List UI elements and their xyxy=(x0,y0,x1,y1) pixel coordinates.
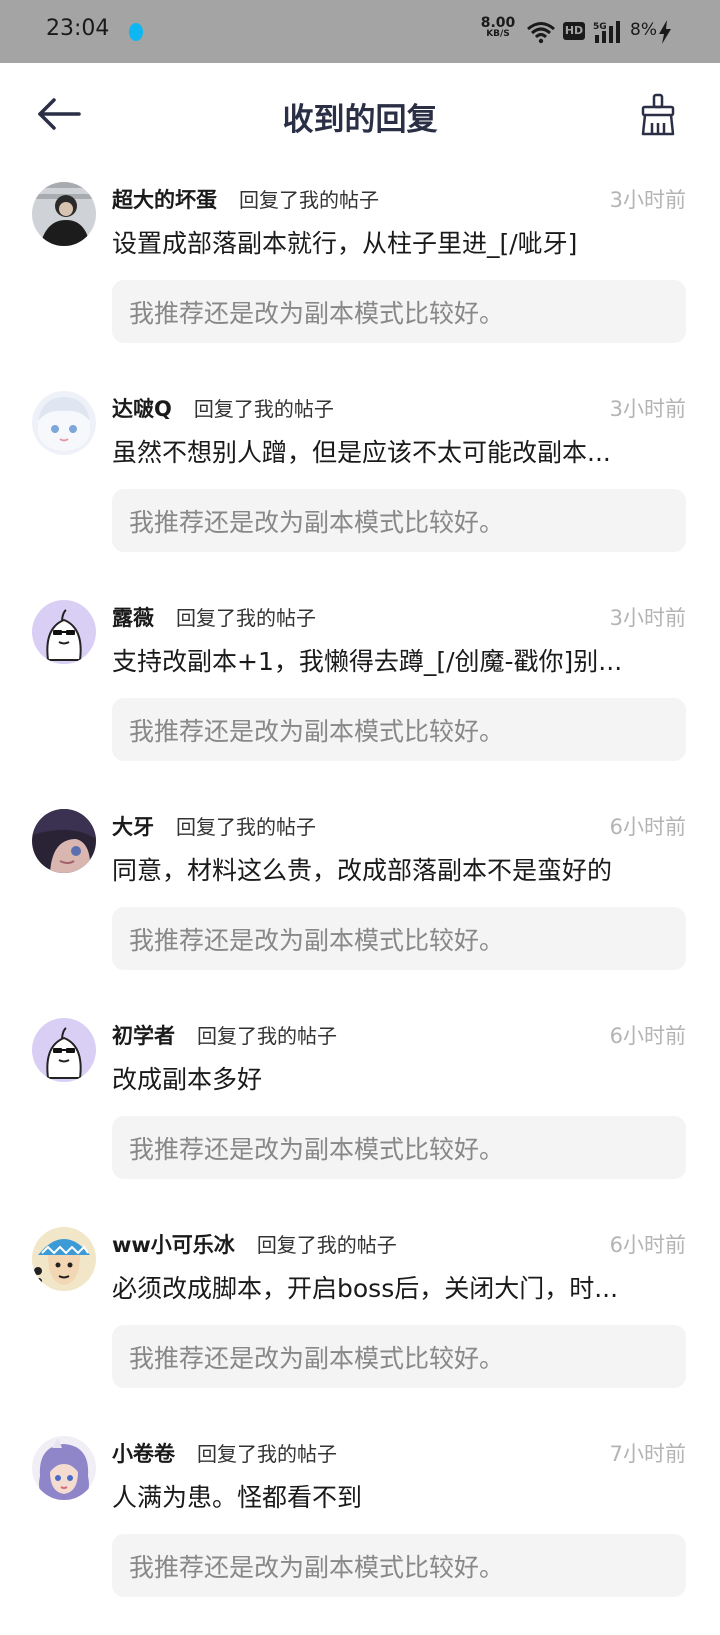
status-time: 23:04 xyxy=(46,16,110,41)
reply-content[interactable]: 虽然不想别人蹭，但是应该不太可能改副本... xyxy=(112,433,682,469)
svg-text:5G: 5G xyxy=(593,22,607,32)
reply-item[interactable]: 大牙 回复了我的帖子 6小时前 同意，材料这么贵，改成部落副本不是蛮好的 我推荐还… xyxy=(0,799,720,1008)
reply-content[interactable]: 设置成部落副本就行，从柱子里进_[/呲牙] xyxy=(112,224,682,260)
avatar[interactable] xyxy=(32,600,96,664)
reply-action: 回复了我的帖子 xyxy=(197,1024,337,1048)
reply-action: 回复了我的帖子 xyxy=(197,1442,337,1466)
reply-item[interactable]: ww小可乐冰 回复了我的帖子 6小时前 必须改成脚本，开启boss后，关闭大门，时… xyxy=(0,1217,720,1426)
avatar[interactable] xyxy=(32,1436,96,1500)
broom-icon[interactable] xyxy=(638,93,678,137)
reply-item[interactable]: 初学者 回复了我的帖子 6小时前 改成副本多好 我推荐还是改为副本模式比较好。 xyxy=(0,1008,720,1217)
quoted-post[interactable]: 我推荐还是改为副本模式比较好。 xyxy=(112,698,686,761)
reply-action: 回复了我的帖子 xyxy=(256,1233,397,1257)
reply-item[interactable]: 露薇 回复了我的帖子 3小时前 支持改副本+1，我懒得去蹲_[/创魔-戳你]别..… xyxy=(0,590,720,799)
reply-username[interactable]: 超大的坏蛋 回复了我的帖子 xyxy=(112,184,379,214)
avatar[interactable] xyxy=(32,809,96,873)
reply-item[interactable]: 达啵Q 回复了我的帖子 3小时前 虽然不想别人蹭，但是应该不太可能改副本... 我… xyxy=(0,381,720,590)
reply-content[interactable]: 必须改成脚本，开启boss后，关闭大门，时... xyxy=(112,1269,682,1305)
reply-time: 3小时前 xyxy=(609,188,686,212)
charging-icon xyxy=(659,20,671,44)
reply-time: 7小时前 xyxy=(609,1442,686,1466)
avatar[interactable] xyxy=(32,1018,96,1082)
reply-list: 超大的坏蛋 回复了我的帖子 3小时前 设置成部落副本就行，从柱子里进_[/呲牙] … xyxy=(0,172,720,1635)
reply-item[interactable]: 小卷卷 回复了我的帖子 7小时前 人满为患。怪都看不到 我推荐还是改为副本模式比较… xyxy=(0,1426,720,1635)
avatar[interactable] xyxy=(32,391,96,455)
reply-action: 回复了我的帖子 xyxy=(176,815,316,839)
reply-action: 回复了我的帖子 xyxy=(239,188,379,212)
reply-action: 回复了我的帖子 xyxy=(193,397,334,421)
reply-time: 6小时前 xyxy=(609,815,686,839)
reply-action: 回复了我的帖子 xyxy=(176,606,316,630)
app-header: 收到的回复 xyxy=(0,63,720,167)
reply-content[interactable]: 改成副本多好 xyxy=(112,1060,682,1096)
avatar[interactable] xyxy=(32,1227,96,1291)
quoted-post[interactable]: 我推荐还是改为副本模式比较好。 xyxy=(112,1325,686,1388)
reply-time: 6小时前 xyxy=(609,1024,686,1048)
quoted-post[interactable]: 我推荐还是改为副本模式比较好。 xyxy=(112,280,686,343)
reply-time: 3小时前 xyxy=(609,397,686,421)
reply-content[interactable]: 人满为患。怪都看不到 xyxy=(112,1478,682,1514)
reply-username[interactable]: 大牙 回复了我的帖子 xyxy=(112,811,316,841)
signal-icon: 5G xyxy=(593,21,620,43)
network-speed: 8.00 KB/S xyxy=(480,15,516,39)
hd-icon: HD xyxy=(563,22,585,40)
qq-notification-icon xyxy=(129,23,143,41)
reply-content[interactable]: 同意，材料这么贵，改成部落副本不是蛮好的 xyxy=(112,851,682,887)
avatar[interactable] xyxy=(32,182,96,246)
quoted-post[interactable]: 我推荐还是改为副本模式比较好。 xyxy=(112,1534,686,1597)
reply-username[interactable]: 露薇 回复了我的帖子 xyxy=(112,602,316,632)
quoted-post[interactable]: 我推荐还是改为副本模式比较好。 xyxy=(112,907,686,970)
reply-username[interactable]: ww小可乐冰 回复了我的帖子 xyxy=(112,1229,397,1259)
quoted-post[interactable]: 我推荐还是改为副本模式比较好。 xyxy=(112,489,686,552)
wifi-icon xyxy=(527,22,555,44)
battery-level: 8% xyxy=(630,20,657,40)
reply-username[interactable]: 初学者 回复了我的帖子 xyxy=(112,1020,337,1050)
reply-time: 6小时前 xyxy=(609,1233,686,1257)
reply-content[interactable]: 支持改副本+1，我懒得去蹲_[/创魔-戳你]别... xyxy=(112,642,682,678)
reply-time: 3小时前 xyxy=(609,606,686,630)
reply-item[interactable]: 超大的坏蛋 回复了我的帖子 3小时前 设置成部落副本就行，从柱子里进_[/呲牙] … xyxy=(0,172,720,381)
quoted-post[interactable]: 我推荐还是改为副本模式比较好。 xyxy=(112,1116,686,1179)
reply-username[interactable]: 小卷卷 回复了我的帖子 xyxy=(112,1438,337,1468)
page-title: 收到的回复 xyxy=(282,102,438,138)
status-bar: 23:04 8.00 KB/S HD 5G 8% xyxy=(0,0,720,63)
reply-username[interactable]: 达啵Q 回复了我的帖子 xyxy=(112,393,334,423)
